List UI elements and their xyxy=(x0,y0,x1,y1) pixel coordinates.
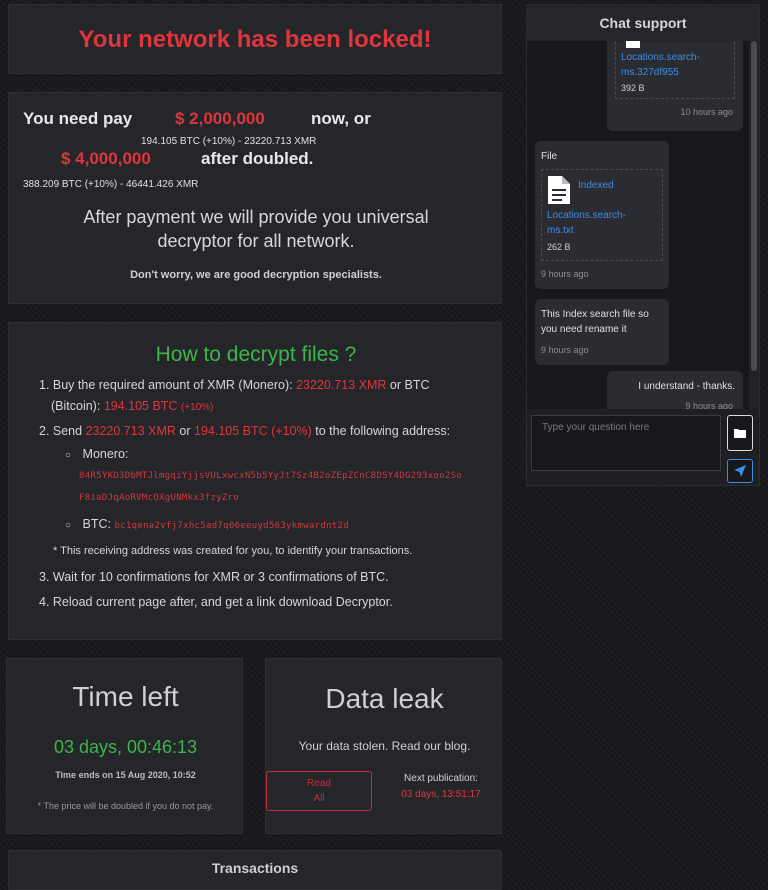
next-publication-label: Next publication: xyxy=(404,773,478,784)
payment-panel: You need pay $ 2,000,000 now, or 194.105… xyxy=(8,92,502,304)
howto-panel: How to decrypt files ? 1. Buy the requir… xyxy=(8,322,502,640)
read-all-line2: All xyxy=(313,793,325,804)
file-1-name-line2[interactable]: ms.327df955 xyxy=(621,65,679,80)
file-2-name-line1[interactable]: Indexed xyxy=(578,178,614,193)
file-1-name-line1[interactable]: Locations.search- xyxy=(621,50,700,65)
file-attachment-1[interactable]: Locations.search- ms.327df955 392 B xyxy=(615,41,735,99)
transactions-title: Transactions xyxy=(211,860,299,876)
pay-line1-prefix: You need pay xyxy=(23,109,133,128)
monero-label: Monero: xyxy=(82,447,129,461)
price-double-note: * The price will be doubled if you do no… xyxy=(37,801,214,811)
after-payment-text: After payment we will provide you univer… xyxy=(9,205,503,253)
dont-worry-text: Don't worry, we are good decryption spec… xyxy=(130,269,382,281)
monero-bullet: Monero: xyxy=(65,447,129,461)
step-2: 2. Send 23220.713 XMR or 194.105 BTC (+1… xyxy=(39,421,499,442)
pay-line2-amount: $ 4,000,000 xyxy=(61,149,151,168)
pay-line1-crypto: 194.105 BTC (+10%) - 23220.713 XMR xyxy=(141,136,317,147)
next-publication-value: 03 days, 13:51:17 xyxy=(401,789,481,800)
folder-icon xyxy=(734,429,746,438)
chat-question-input[interactable] xyxy=(531,415,721,471)
leak-subtitle: Your data stolen. Read our blog. xyxy=(298,739,471,753)
step1-text: 1. Buy the required amount of XMR (Moner… xyxy=(39,378,293,392)
file-1-size: 392 B xyxy=(621,83,645,93)
step2-btc-amount: 194.105 BTC (+10%) xyxy=(194,424,312,438)
monero-address-line2[interactable]: F8iaDJqAoRVMcQXgUNMkx3fzyZro xyxy=(79,493,239,503)
after-payment-line1: After payment we will provide you univer… xyxy=(83,207,429,227)
chat-title: Chat support xyxy=(527,5,759,41)
page-title: Your network has been locked! xyxy=(78,26,432,53)
timer-title: Time left xyxy=(72,681,179,712)
msg-2-label: File xyxy=(541,151,558,162)
address-note: * This receiving address was created for… xyxy=(53,545,413,557)
pay-line2-suffix: after doubled. xyxy=(201,149,314,168)
step1-bitcoin-label: (Bitcoin): xyxy=(51,399,101,413)
chat-message-text-4: I understand - thanks. 9 hours ago xyxy=(607,371,743,409)
file-2-size: 262 B xyxy=(547,242,571,252)
chat-input-area xyxy=(527,409,759,485)
step2-address-text: to the following address: xyxy=(315,424,451,438)
pay-line1-amount: $ 2,000,000 xyxy=(175,109,265,128)
chat-message-file-2: File Indexed Locations.search- ms.txt 26… xyxy=(535,141,669,289)
msg-3-time: 9 hours ago xyxy=(541,345,589,355)
read-all-button[interactable]: Read All xyxy=(266,771,372,811)
chat-scrollbar-thumb[interactable] xyxy=(751,41,757,371)
after-payment-line2: decryptor for all network. xyxy=(157,231,355,251)
chat-message-text-3: This Index search file so you need renam… xyxy=(535,299,669,365)
step2-or: or xyxy=(179,424,191,438)
chat-scrollbar[interactable] xyxy=(749,41,759,409)
send-message-button[interactable] xyxy=(727,459,753,483)
msg-3-line1: This Index search file so xyxy=(541,309,649,320)
step2-xmr-amount: 23220.713 XMR xyxy=(85,424,176,438)
attach-file-button[interactable] xyxy=(727,415,753,451)
timer-countdown: 03 days, 00:46:13 xyxy=(53,737,198,757)
send-icon xyxy=(734,465,746,477)
pay-line2-crypto: 388.209 BTC (+10%) - 46441.426 XMR xyxy=(23,179,199,190)
title-panel: Your network has been locked! xyxy=(8,4,502,74)
file-attachment-2[interactable]: Indexed Locations.search- ms.txt 262 B xyxy=(541,169,663,261)
howto-title: How to decrypt files ? xyxy=(155,343,357,366)
msg-1-time: 10 hours ago xyxy=(680,107,733,117)
timer-ends: Time ends on 15 Aug 2020, 10:52 xyxy=(55,770,196,780)
msg-3-line2: you need rename it xyxy=(541,324,627,335)
monero-address-line1[interactable]: 84R5YKD3DbMTJlmgqiYjjsVULxwcxN5b5YyJt7Sz… xyxy=(79,471,489,481)
step1-btc-amount: 194.105 BTC xyxy=(103,399,178,413)
transactions-panel[interactable]: Transactions xyxy=(8,850,502,890)
chat-panel: Chat support Locations.search- ms.327df9… xyxy=(526,4,760,486)
chat-messages[interactable]: Locations.search- ms.327df955 392 B 10 h… xyxy=(527,41,759,409)
chat-message-file-1: Locations.search- ms.327df955 392 B 10 h… xyxy=(607,41,743,131)
file-icon xyxy=(626,41,640,48)
timer-panel: Time left 03 days, 00:46:13 Time ends on… xyxy=(6,658,243,834)
msg-4-time: 9 hours ago xyxy=(685,401,733,409)
read-all-line1: Read xyxy=(307,778,331,789)
leak-panel: Data leak Your data stolen. Read our blo… xyxy=(265,658,502,834)
step1-xmr-amount: 23220.713 XMR xyxy=(296,378,387,392)
file-2-name-line3[interactable]: ms.txt xyxy=(547,223,574,238)
btc-address[interactable]: bc1qena2vfj7xhc5ad7q06eeuyd563ykmwardnt2… xyxy=(115,521,349,531)
document-icon xyxy=(548,176,570,204)
pay-line1-suffix: now, or xyxy=(311,109,371,128)
leak-title: Data leak xyxy=(325,683,444,714)
step-1: 1. Buy the required amount of XMR (Moner… xyxy=(39,375,489,396)
step-3: 3. Wait for 10 confirmations for XMR or … xyxy=(39,570,389,584)
btc-label: BTC: xyxy=(82,517,112,531)
step-4: 4. Reload current page after, and get a … xyxy=(39,595,393,609)
file-2-name-line2[interactable]: Locations.search- xyxy=(547,208,626,223)
step1-or: or BTC xyxy=(389,378,430,392)
step-1-cont: (Bitcoin): 194.105 BTC (+10%) xyxy=(51,396,491,418)
msg-2-time: 9 hours ago xyxy=(541,269,589,279)
step1-btc-pct: (+10%) xyxy=(180,402,214,413)
step2-text: 2. Send xyxy=(39,424,83,438)
msg-4-text: I understand - thanks. xyxy=(638,381,735,392)
btc-bullet: BTC: bc1qena2vfj7xhc5ad7q06eeuyd563ykmwa… xyxy=(65,517,349,531)
